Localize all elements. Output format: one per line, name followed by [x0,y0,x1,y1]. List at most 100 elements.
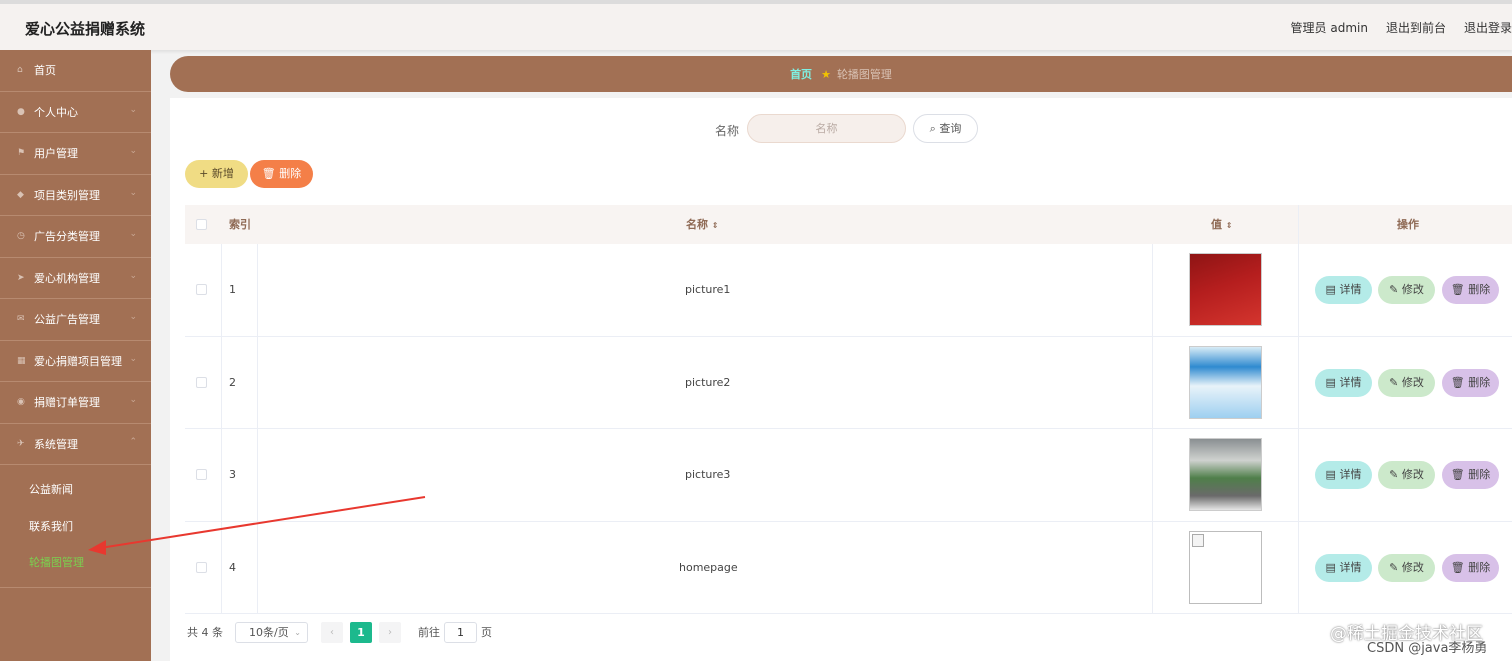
prev-page-button[interactable]: ‹ [321,621,343,643]
grid-icon: ▦ [17,355,26,366]
document-icon: ▤ [1325,560,1336,574]
sidebar: ⌂ 首页 ● 个人中心 ⌄ ⚑ 用户管理 ⌄ ◆ 项目类别管理 ⌄ ◷ 广告分类管理 ⌄ ➤ 爱心机… [0,50,151,661]
trash-icon: 🗑 [1450,560,1465,574]
edit-button[interactable]: ✎ 修改 [1378,368,1435,397]
col-name[interactable]: 名称 ⇕ [686,205,719,244]
chevron-down-icon: ⌄ [129,146,137,156]
main-content: 首页 ★ 轮播图管理 名称 名称 ⌕ 查询 + 新增 🗑 删除 索引 名称 ⇕ … [170,50,1512,661]
chevron-down-icon: ⌄ [129,104,137,115]
mail-icon: ✉ [17,314,25,325]
detail-label: 详情 [1339,468,1362,481]
user-icon: ● [17,106,25,117]
edit-label: 修改 [1401,560,1424,574]
clock-icon: ◷ [17,231,25,242]
col-value-label: 值 [1211,218,1222,231]
pencil-icon: ✎ [1389,375,1399,389]
row-checkbox[interactable] [196,469,207,481]
sidebar-subitem-carousel[interactable]: 轮播图管理 [0,544,151,581]
row-checkbox[interactable] [196,284,207,296]
sidebar-item-profile[interactable]: ● 个人中心 ⌄ [0,92,151,133]
search-bar: 名称 名称 ⌕ 查询 [170,114,1512,144]
row-checkbox[interactable] [196,376,207,388]
sidebar-subitem-news[interactable]: 公益新闻 [0,471,151,508]
top-bar: 爱心公益捐赠系统 管理员 admin 退出到前台 退出登录 [0,0,1512,50]
chevron-down-icon: ⌄ [129,187,137,198]
detail-button[interactable]: ▤ 详情 [1315,553,1372,582]
plus-icon: + [199,167,209,180]
sidebar-item-label: 爱心捐赠项目管理 [34,354,122,368]
flag-icon: ⚑ [17,148,26,159]
sidebar-item-project-category[interactable]: ◆ 项目类别管理 ⌄ [0,175,151,216]
delete-label: 删除 [1468,560,1491,574]
sidebar-item-donation-projects[interactable]: ▦ 爱心捐赠项目管理 ⌄ [0,341,151,382]
rocket-icon: ✈ [17,438,25,449]
bulk-delete-button[interactable]: 🗑 删除 [250,160,313,188]
breadcrumb-home[interactable]: 首页 [790,66,812,82]
row-index: 3 [229,468,236,482]
sidebar-item-ad-category[interactable]: ◷ 广告分类管理 ⌄ [0,216,151,258]
chevron-down-icon: ⌄ [129,312,137,322]
edit-button[interactable]: ✎ 修改 [1378,553,1435,582]
document-icon: ▤ [1325,375,1336,389]
trash-icon: 🗑 [1450,283,1465,296]
sidebar-item-label: 用户管理 [34,147,78,161]
exit-to-front-link[interactable]: 退出到前台 [1386,19,1446,36]
broken-image-icon [1189,530,1262,604]
page-size-select[interactable]: 10条/页 ⌄ [235,621,308,643]
col-index: 索引 [229,218,251,231]
sidebar-item-users[interactable]: ⚑ 用户管理 ⌄ [0,133,151,175]
trash-icon: 🗑 [261,167,276,180]
chevron-left-icon: ‹ [330,626,334,638]
send-icon: ➤ [17,272,25,283]
star-icon: ★ [821,67,831,81]
delete-button[interactable]: 🗑 删除 [1442,461,1499,489]
delete-button[interactable]: 🗑 删除 [1442,276,1499,304]
breadcrumb-current: 轮播图管理 [836,68,892,81]
search-input[interactable]: 名称 [747,114,906,143]
sidebar-item-donation-orders[interactable]: ◉ 捐赠订单管理 ⌄ [0,382,151,424]
sidebar-item-charity-org[interactable]: ➤ 爱心机构管理 ⌄ [0,258,151,299]
add-button-label: 新增 [211,167,234,180]
edit-button[interactable]: ✎ 修改 [1378,276,1435,304]
detail-button[interactable]: ▤ 详情 [1315,368,1372,397]
goto-suffix: 页 [481,626,492,639]
sidebar-item-label: 项目类别管理 [34,188,100,202]
sidebar-item-label: 个人中心 [34,105,78,119]
edit-button[interactable]: ✎ 修改 [1378,461,1435,489]
delete-button[interactable]: 🗑 删除 [1442,368,1499,397]
table-row: 3 picture3 ▤ 详情 ✎ 修改 🗑 删除 [185,429,1512,522]
row-name: picture3 [685,468,731,482]
row-checkbox[interactable] [196,561,207,573]
total-count: 共 4 条 [187,626,223,639]
goto-page-input[interactable]: 1 [444,621,477,643]
edit-label: 修改 [1401,375,1424,389]
goto-prefix: 前往 [418,626,440,639]
edit-label: 修改 [1401,283,1424,296]
bulk-delete-label: 删除 [279,167,302,180]
sidebar-item-public-ads[interactable]: ✉ 公益广告管理 ⌄ [0,299,151,341]
add-button[interactable]: + 新增 [185,160,248,188]
sidebar-item-label: 公益广告管理 [34,313,100,327]
table-header: 索引 名称 ⇕ 值 ⇕ 操作 [185,205,1512,244]
select-all-checkbox[interactable] [196,219,207,230]
logout-link[interactable]: 退出登录 [1464,19,1512,36]
sidebar-item-system[interactable]: ✈ 系统管理 ⌃ [0,424,151,465]
content-panel: 名称 名称 ⌕ 查询 + 新增 🗑 删除 索引 名称 ⇕ 值 ⇕ 操作 1 pi… [170,98,1512,661]
trash-icon: 🗑 [1450,375,1465,389]
table-row: 1 picture1 ▤ 详情 ✎ 修改 🗑 删除 [185,244,1512,337]
search-button[interactable]: ⌕ 查询 [913,114,978,143]
delete-button[interactable]: 🗑 删除 [1442,553,1499,582]
chevron-right-icon: › [388,626,392,638]
watermark-csdn: CSDN @java李杨勇 [1367,641,1488,656]
row-name: homepage [679,560,738,574]
detail-button[interactable]: ▤ 详情 [1315,461,1372,489]
page-number-current[interactable]: 1 [350,621,372,643]
sidebar-item-home[interactable]: ⌂ 首页 [0,50,151,92]
chevron-down-icon: ⌄ [129,229,137,239]
page-size-value: 10条/页 [249,625,289,639]
col-value[interactable]: 值 ⇕ [1211,205,1233,244]
sidebar-subitem-contact[interactable]: 联系我们 [0,508,151,545]
next-page-button[interactable]: › [379,621,401,643]
detail-button[interactable]: ▤ 详情 [1315,276,1372,304]
delete-label: 删除 [1468,468,1491,481]
